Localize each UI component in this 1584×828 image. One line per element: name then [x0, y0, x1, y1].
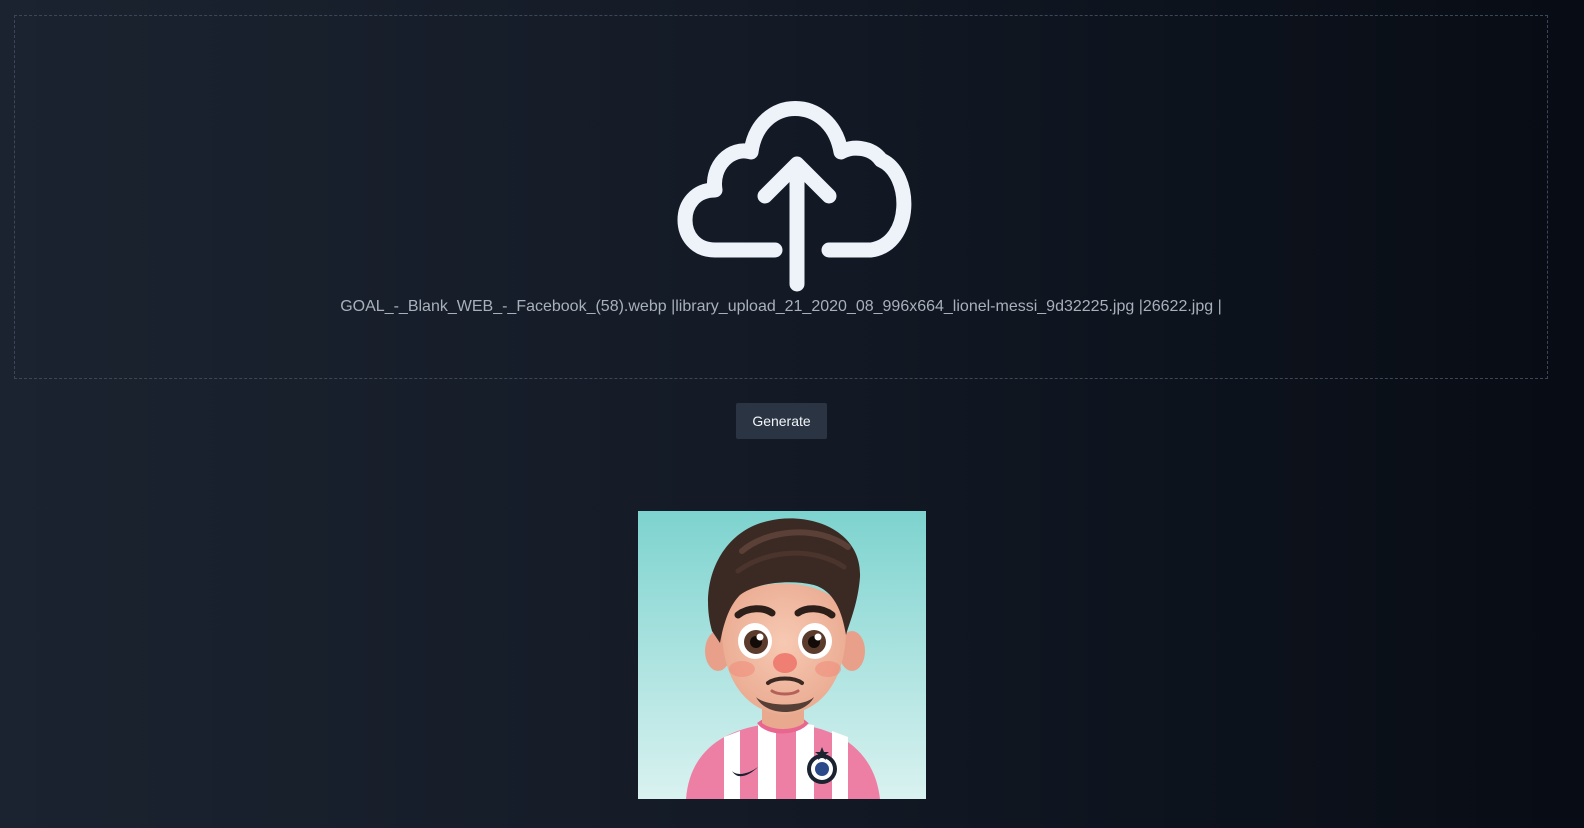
uploaded-files-text: GOAL_-_Blank_WEB_-_Facebook_(58).webp |l… — [340, 298, 1222, 315]
upload-dropzone[interactable]: GOAL_-_Blank_WEB_-_Facebook_(58).webp |l… — [14, 15, 1548, 379]
generated-avatar-image — [638, 511, 926, 799]
generate-button[interactable]: Generate — [736, 403, 827, 439]
cloud-upload-icon — [677, 101, 912, 292]
